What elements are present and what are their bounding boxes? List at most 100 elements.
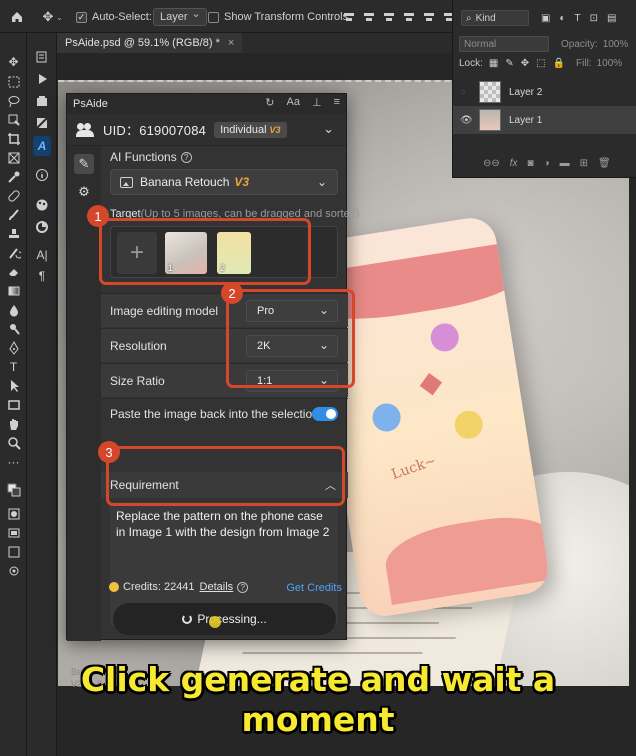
rectangle-icon[interactable] [4, 396, 23, 414]
link-icon[interactable]: ⊖⊖ [483, 158, 500, 169]
ratio-label: Size Ratio [110, 373, 165, 388]
trash-icon[interactable]: 🗑 [598, 158, 611, 169]
layer-thumbnail [479, 109, 501, 131]
eyedropper-icon[interactable] [4, 168, 23, 186]
callout-badge-3: 3 [98, 441, 120, 463]
titlebar-icons: ↻ Aa ⊥ ≡ [265, 96, 340, 109]
align-center-icon[interactable] [362, 10, 376, 24]
zoom-icon[interactable] [4, 434, 23, 452]
info-icon[interactable]: ? [237, 581, 249, 593]
tools-panel: ✥ T ··· [0, 33, 27, 756]
healing-brush-icon[interactable] [4, 187, 23, 205]
document-title: PsAide.psd @ 59.1% (RGB/8) * [65, 37, 220, 49]
paste-back-toggle[interactable] [312, 406, 338, 421]
auto-select-checkbox[interactable]: ✓ Auto-Select: [76, 8, 152, 26]
menu-icon[interactable]: ≡ [334, 96, 340, 109]
pen-icon[interactable] [4, 339, 23, 357]
type-icon[interactable]: T [4, 358, 23, 376]
group-icon[interactable]: ▬ [560, 158, 570, 169]
details-link[interactable]: Details [200, 581, 234, 593]
fill-value[interactable]: 100% [597, 58, 623, 69]
layer-row-layer1[interactable]: 👁 Layer 1 [453, 106, 636, 134]
lock-icons[interactable]: ▦✎✥⬚🔒 [489, 58, 572, 69]
resolution-label: Resolution [110, 338, 167, 353]
align-middle-icon[interactable] [422, 10, 436, 24]
gradient-icon[interactable] [4, 282, 23, 300]
blur-icon[interactable] [4, 301, 23, 319]
check-icon: ✓ [76, 11, 87, 23]
opacity-value[interactable]: 100% [603, 39, 629, 50]
callout-box-1 [99, 218, 311, 285]
object-select-icon[interactable] [4, 111, 23, 129]
layer-select[interactable]: Layer [153, 7, 207, 26]
align-top-icon[interactable] [402, 10, 416, 24]
blend-mode-select[interactable]: Normal [459, 36, 549, 52]
eraser-icon[interactable] [4, 263, 23, 281]
filter-icons[interactable]: ▣◐T⊡▤ [541, 13, 625, 24]
close-tab-icon[interactable]: × [228, 37, 234, 49]
libraries-icon[interactable] [33, 91, 51, 111]
visibility-off-icon[interactable]: ○ [460, 87, 466, 98]
marquee-icon[interactable] [4, 73, 23, 91]
layer-name: Layer 2 [509, 86, 543, 98]
align-left-icon[interactable] [342, 10, 356, 24]
new-layer-icon[interactable]: ⊞ [580, 158, 588, 169]
users-icon [76, 122, 94, 137]
generate-button[interactable]: Processing... [113, 603, 336, 635]
account-header[interactable]: UID：619007084 Individual V3 ⌄ [67, 114, 346, 146]
psaide-footer: Credits: 22441 Details ? Get Credits Pro… [101, 575, 348, 641]
more-tools-icon[interactable]: ··· [4, 453, 23, 471]
paragraph-panel-icon[interactable]: ¶ [33, 266, 51, 286]
credits-label: Credits: 22441 [123, 581, 195, 593]
adjustment-icon[interactable]: ◑ [544, 158, 550, 169]
chevron-down-icon[interactable]: ⌄ [323, 121, 334, 137]
edit-tab-icon[interactable]: ✎ [74, 154, 94, 174]
move-tool-icon[interactable]: ✥ ⌄ [40, 8, 63, 26]
show-transform-checkbox[interactable]: Show Transform Controls [208, 8, 348, 26]
adjustments-icon[interactable] [33, 113, 51, 133]
fx-icon[interactable]: fx [510, 158, 518, 169]
mask-icon[interactable]: ◙ [528, 158, 534, 169]
psaide-plugin-icon[interactable]: A [33, 136, 51, 156]
filter-kind-select[interactable]: ⌕ Kind [461, 10, 529, 26]
callout-box-3 [106, 446, 345, 506]
align-right-icon[interactable] [382, 10, 396, 24]
layer-row-layer2[interactable]: ○ Layer 2 [453, 78, 636, 106]
spinner-icon [182, 614, 193, 624]
history-panel-icon[interactable] [33, 47, 51, 67]
clone-stamp-icon[interactable] [4, 225, 23, 243]
crop-icon[interactable] [4, 130, 23, 148]
actions-play-icon[interactable] [33, 69, 51, 89]
caption-line-2: moment [241, 700, 395, 739]
get-credits-link[interactable]: Get Credits [286, 582, 342, 594]
dodge-icon[interactable] [4, 320, 23, 338]
swatches-panel-icon[interactable] [33, 217, 51, 237]
checkbox-box [208, 11, 219, 23]
pin-icon[interactable]: ⊥ [312, 96, 322, 109]
fill-label: Fill: [576, 58, 592, 69]
brush-icon[interactable] [4, 206, 23, 224]
frame-icon[interactable] [4, 149, 23, 167]
home-icon[interactable] [10, 8, 24, 26]
move-icon[interactable]: ✥ [4, 53, 23, 71]
info-panel-icon[interactable] [33, 165, 51, 185]
font-size-button[interactable]: Aa [287, 96, 300, 109]
eye-icon[interactable]: 👁 [460, 115, 473, 126]
hand-icon[interactable] [4, 415, 23, 433]
document-tab[interactable]: PsAide.psd @ 59.1% (RGB/8) * × [57, 33, 243, 53]
color-panel-icon[interactable] [33, 195, 51, 215]
quick-mask-icon[interactable] [4, 505, 23, 523]
extra-icon[interactable] [4, 562, 23, 580]
function-select[interactable]: Banana Retouch V3 ⌄ [110, 169, 338, 195]
tier-badge: Individual V3 [214, 121, 287, 138]
screen-mode-icon[interactable] [4, 524, 23, 542]
color-swatches-icon[interactable] [4, 481, 23, 499]
history-brush-icon[interactable] [4, 244, 23, 262]
character-panel-icon[interactable]: A| [33, 245, 51, 265]
settings-gear-icon[interactable]: ⚙ [74, 182, 94, 202]
path-select-icon[interactable] [4, 377, 23, 395]
info-icon[interactable]: ? [180, 152, 192, 163]
lasso-icon[interactable] [4, 92, 23, 110]
frame-mode-icon[interactable] [4, 543, 23, 561]
refresh-icon[interactable]: ↻ [265, 96, 274, 109]
